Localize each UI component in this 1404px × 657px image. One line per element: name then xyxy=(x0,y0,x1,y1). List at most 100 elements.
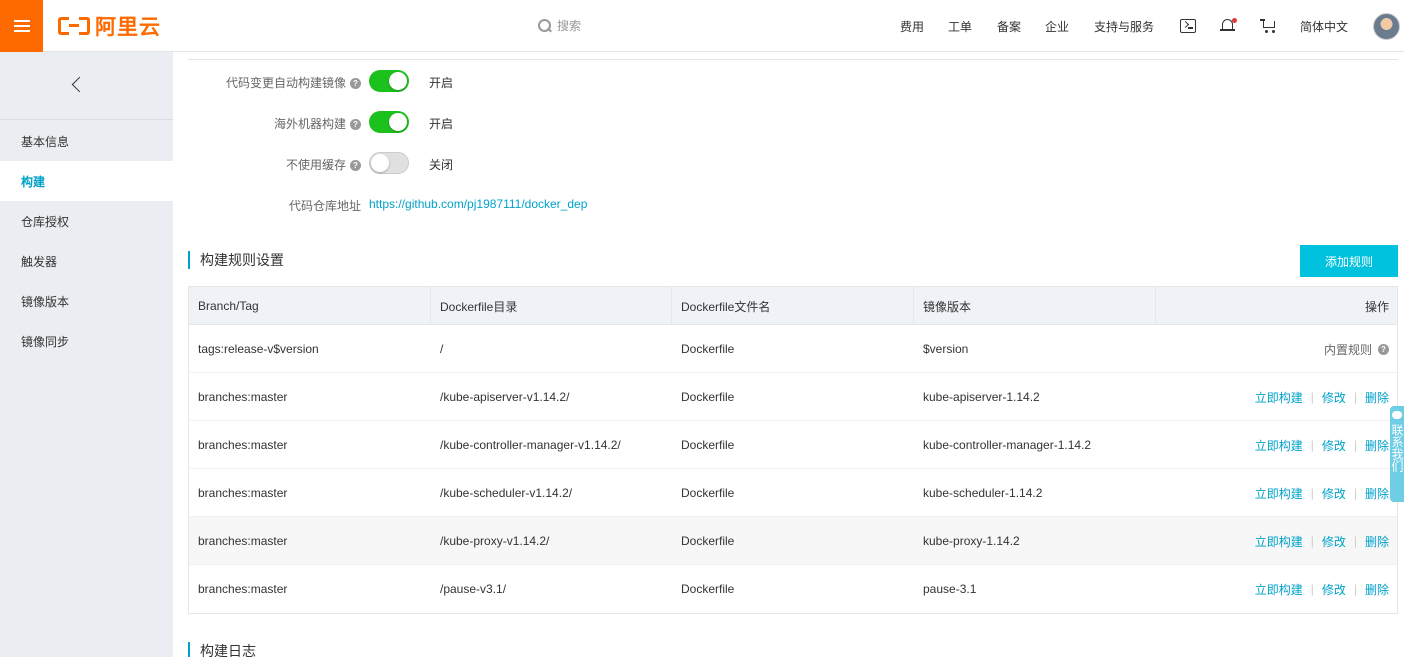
col-actions: 操作 xyxy=(1364,299,1389,314)
build-rules-table: Branch/Tag Dockerfile目录 Dockerfile文件名 镜像… xyxy=(188,286,1398,614)
nav-item-support[interactable]: 支持与服务 xyxy=(1094,18,1154,35)
edit-link[interactable]: 修改 xyxy=(1322,437,1346,454)
delete-link[interactable]: 删除 xyxy=(1365,485,1389,502)
cell-actions: 立即构建 | 修改 | 删除 xyxy=(1254,389,1389,406)
brand-logo[interactable]: 阿里云 xyxy=(58,13,161,39)
build-logs-title: 构建日志 xyxy=(188,642,256,657)
delete-link[interactable]: 删除 xyxy=(1365,581,1389,598)
sidebar: 基本信息 构建 仓库授权 触发器 镜像版本 镜像同步 xyxy=(0,52,173,657)
sidebar-item-image-sync[interactable]: 镜像同步 xyxy=(0,321,173,361)
edit-link[interactable]: 修改 xyxy=(1322,533,1346,550)
cell-dir: / xyxy=(440,342,444,356)
repo-url-link[interactable]: https://github.com/pj1987111/docker_dep xyxy=(369,197,587,211)
delete-link[interactable]: 删除 xyxy=(1365,533,1389,550)
cell-version: kube-controller-manager-1.14.2 xyxy=(923,438,1092,452)
overseas-build-state: 开启 xyxy=(429,117,454,131)
builtin-rule-label: 内置规则 xyxy=(1323,342,1372,357)
cell-file: Dockerfile xyxy=(681,582,735,596)
build-now-link[interactable]: 立即构建 xyxy=(1255,437,1303,454)
sidebar-item-basic-info[interactable]: 基本信息 xyxy=(0,121,173,161)
auto-build-label: 代码变更自动构建镜像? xyxy=(226,74,361,91)
cell-branch: branches:master xyxy=(198,486,288,500)
cell-actions: 立即构建 | 修改 | 删除 xyxy=(1254,485,1389,502)
build-now-link[interactable]: 立即构建 xyxy=(1255,485,1303,502)
cell-actions: 立即构建 | 修改 | 删除 xyxy=(1254,437,1389,454)
chat-icon xyxy=(1392,411,1402,419)
contact-us-text: 联系我们 xyxy=(1390,424,1404,472)
search-placeholder: 搜索 xyxy=(557,19,582,33)
cell-branch: tags:release-v$version xyxy=(198,342,319,356)
search-icon xyxy=(538,19,551,32)
cell-file: Dockerfile xyxy=(681,534,735,548)
edit-link[interactable]: 修改 xyxy=(1322,581,1346,598)
table-header: Branch/Tag Dockerfile目录 Dockerfile文件名 镜像… xyxy=(189,287,1397,325)
no-cache-state: 关闭 xyxy=(429,158,454,172)
auto-build-toggle[interactable] xyxy=(369,70,409,92)
back-button[interactable] xyxy=(0,52,173,120)
edit-link[interactable]: 修改 xyxy=(1322,485,1346,502)
cell-dir: /kube-proxy-v1.14.2/ xyxy=(440,534,550,548)
delete-link[interactable]: 删除 xyxy=(1365,437,1389,454)
nav-item-enterprise[interactable]: 企业 xyxy=(1045,18,1069,35)
menu-icon[interactable] xyxy=(0,0,43,52)
chevron-left-icon xyxy=(71,76,88,93)
terminal-icon[interactable] xyxy=(1180,19,1196,33)
table-row: branches:master /pause-v3.1/ Dockerfile … xyxy=(189,565,1397,613)
auto-build-state: 开启 xyxy=(429,76,454,90)
sidebar-item-build[interactable]: 构建 xyxy=(0,161,173,201)
sidebar-item-repo-auth[interactable]: 仓库授权 xyxy=(0,201,173,241)
no-cache-toggle[interactable] xyxy=(369,152,409,174)
edit-link[interactable]: 修改 xyxy=(1322,389,1346,406)
search-box[interactable]: 搜索 xyxy=(538,17,581,34)
nav-item-icp[interactable]: 备案 xyxy=(997,18,1021,35)
help-icon[interactable]: ? xyxy=(1378,343,1389,355)
col-dockerfile-name: Dockerfile文件名 xyxy=(672,287,914,325)
col-dockerfile-dir: Dockerfile目录 xyxy=(431,287,672,325)
build-rules-title: 构建规则设置 xyxy=(188,251,284,269)
build-now-link[interactable]: 立即构建 xyxy=(1255,533,1303,550)
cart-icon[interactable] xyxy=(1260,19,1276,33)
cell-version: kube-apiserver-1.14.2 xyxy=(923,390,1040,404)
table-row: branches:master /kube-controller-manager… xyxy=(189,421,1397,469)
cell-file: Dockerfile xyxy=(681,438,735,452)
cell-branch: branches:master xyxy=(198,438,288,452)
aliyun-logo-icon xyxy=(58,15,90,37)
add-rule-button[interactable]: 添加规则 xyxy=(1300,245,1398,277)
cell-version: $version xyxy=(923,342,969,356)
cell-version: kube-scheduler-1.14.2 xyxy=(923,486,1043,500)
cell-actions: 立即构建 | 修改 | 删除 xyxy=(1254,533,1389,550)
sidebar-item-triggers[interactable]: 触发器 xyxy=(0,241,173,281)
help-icon[interactable]: ? xyxy=(350,160,361,172)
contact-us-float[interactable]: 联系我们 xyxy=(1390,406,1404,502)
repo-label: 代码仓库地址 xyxy=(288,199,361,213)
avatar[interactable] xyxy=(1373,13,1400,40)
help-icon[interactable]: ? xyxy=(350,119,361,131)
delete-link[interactable]: 删除 xyxy=(1365,389,1389,406)
cell-file: Dockerfile xyxy=(681,390,735,404)
cell-version: pause-3.1 xyxy=(923,582,977,596)
help-icon[interactable]: ? xyxy=(350,78,361,90)
col-branch-tag: Branch/Tag xyxy=(189,287,431,325)
build-now-link[interactable]: 立即构建 xyxy=(1255,581,1303,598)
sidebar-item-image-versions[interactable]: 镜像版本 xyxy=(0,281,173,321)
table-row: branches:master /kube-scheduler-v1.14.2/… xyxy=(189,469,1397,517)
overseas-build-toggle[interactable] xyxy=(369,111,409,133)
bell-icon[interactable] xyxy=(1220,18,1237,32)
build-now-link[interactable]: 立即构建 xyxy=(1255,389,1303,406)
table-row: tags:release-v$version / Dockerfile $ver… xyxy=(189,325,1397,373)
cell-branch: branches:master xyxy=(198,582,288,596)
language-switch[interactable]: 简体中文 xyxy=(1300,18,1348,35)
cell-version: kube-proxy-1.14.2 xyxy=(923,534,1020,548)
cell-branch: branches:master xyxy=(198,534,288,548)
cell-dir: /kube-controller-manager-v1.14.2/ xyxy=(440,438,621,452)
cell-actions: 内置规则? xyxy=(1156,325,1397,373)
no-cache-label: 不使用缓存? xyxy=(286,156,361,173)
cell-dir: /kube-scheduler-v1.14.2/ xyxy=(440,486,573,500)
nav-item-billing[interactable]: 费用 xyxy=(900,18,924,35)
col-image-version: 镜像版本 xyxy=(914,287,1156,325)
nav-item-tickets[interactable]: 工单 xyxy=(948,18,972,35)
cell-file: Dockerfile xyxy=(681,486,735,500)
cell-file: Dockerfile xyxy=(681,342,735,356)
table-row: branches:master /kube-proxy-v1.14.2/ Doc… xyxy=(189,517,1397,565)
cell-branch: branches:master xyxy=(198,390,288,404)
